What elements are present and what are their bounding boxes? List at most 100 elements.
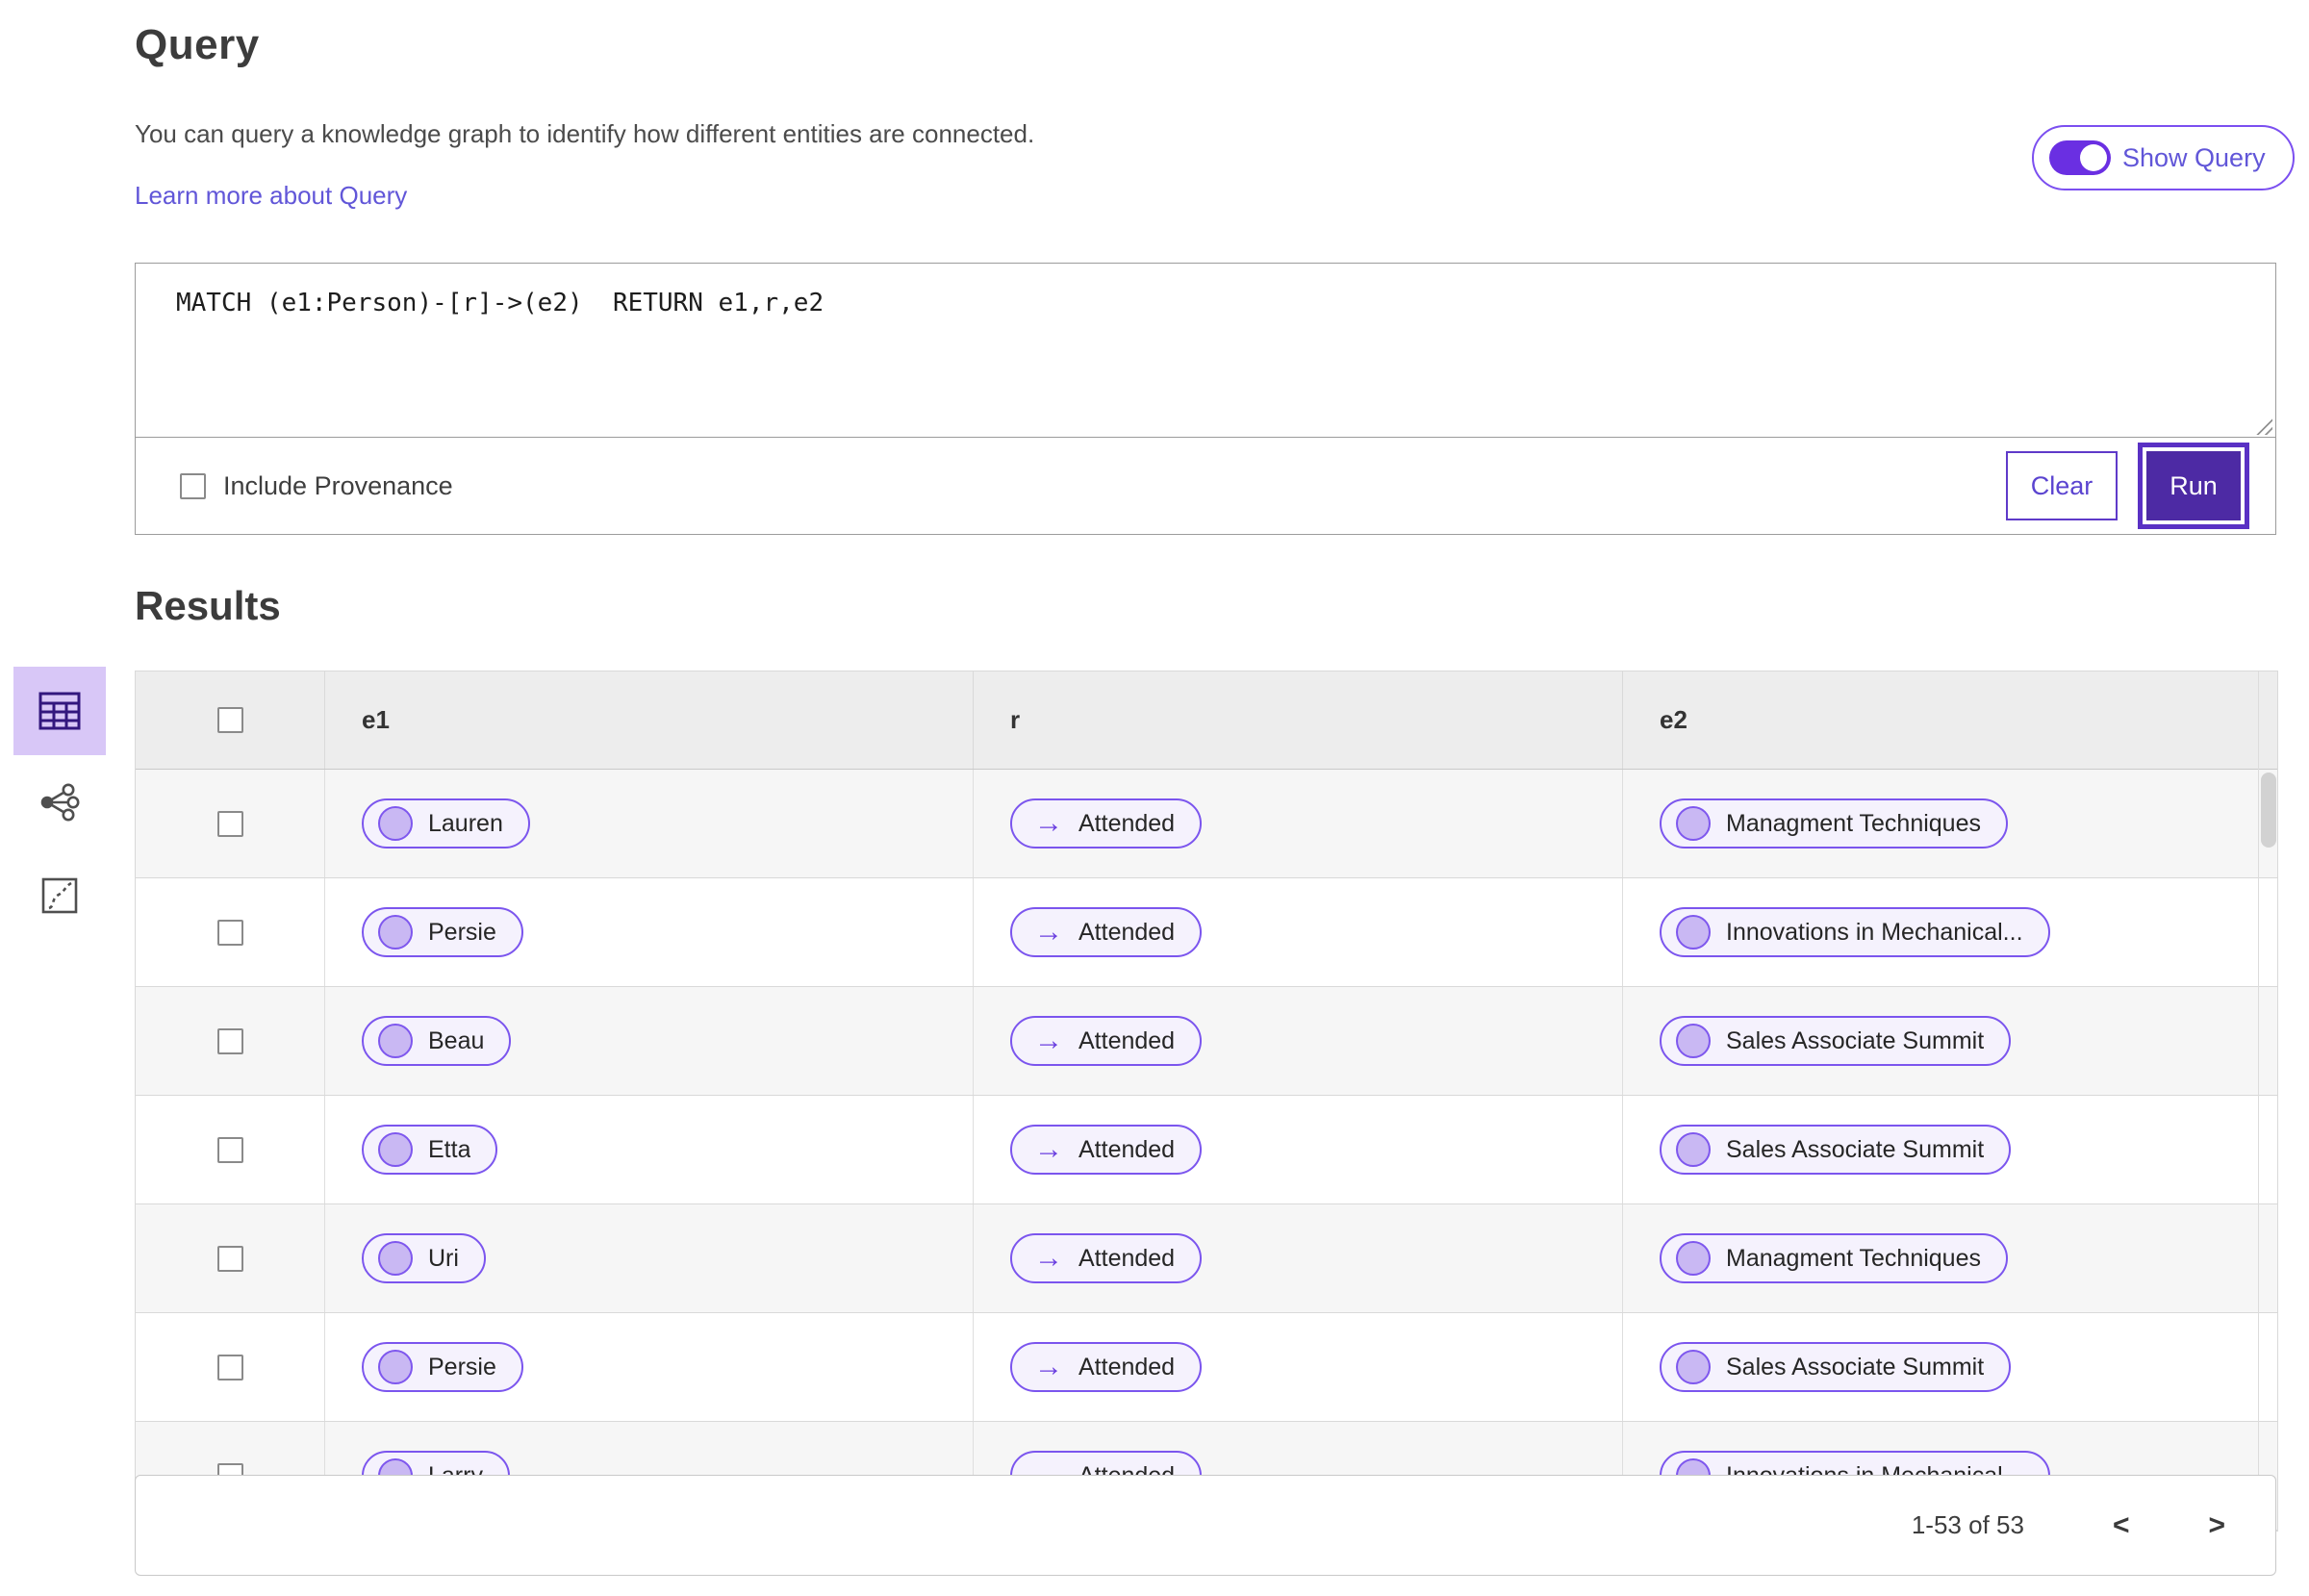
entity-pill[interactable]: Managment Techniques: [1660, 1233, 2008, 1283]
pagination-range: 1-53 of 53: [1911, 1510, 2024, 1539]
query-input[interactable]: MATCH (e1:Person)-[r]->(e2) RETURN e1,r,…: [136, 264, 2275, 438]
entity-circle-icon: [1676, 1132, 1711, 1167]
toggle-on-icon[interactable]: [2049, 140, 2111, 175]
arrow-right-icon: →: [1034, 1133, 1063, 1165]
row-checkbox[interactable]: [216, 1136, 243, 1163]
table-row: Etta → Attended Sales Associate Summit: [136, 1096, 2277, 1204]
entity-pill[interactable]: Sales Associate Summit: [1660, 1342, 2012, 1392]
query-page: Query You can query a knowledge graph to…: [0, 0, 2309, 1596]
table-row: Uri → Attended Managment Techniques: [136, 1204, 2277, 1313]
learn-more-link[interactable]: Learn more about Query: [135, 181, 407, 211]
include-provenance-checkbox[interactable]: [180, 472, 206, 499]
show-query-toggle[interactable]: Show Query: [2032, 125, 2295, 190]
column-header-e1: e1: [362, 705, 390, 734]
column-header-r: r: [1010, 705, 1021, 734]
entity-pill[interactable]: Uri: [362, 1233, 486, 1283]
table-body: Lauren → Attended Managment Techniques P…: [136, 770, 2277, 1531]
e2-entity-label: Sales Associate Summit: [1726, 1026, 1985, 1054]
relation-label: Attended: [1078, 918, 1176, 946]
page-description: You can query a knowledge graph to ident…: [135, 119, 1035, 148]
arrow-right-icon: →: [1034, 1242, 1063, 1274]
entity-label: Persie: [428, 918, 496, 946]
relation-pill[interactable]: → Attended: [1010, 1125, 1203, 1175]
select-all-checkbox[interactable]: [216, 707, 243, 733]
table-row: Lauren → Attended Managment Techniques: [136, 770, 2277, 878]
include-provenance-label: Include Provenance: [223, 470, 453, 500]
entity-label: Uri: [428, 1244, 459, 1272]
relation-pill[interactable]: → Attended: [1010, 1342, 1203, 1392]
arrow-right-icon: →: [1034, 1351, 1063, 1382]
entity-circle-icon: [378, 1350, 413, 1384]
entity-pill[interactable]: Beau: [362, 1016, 512, 1066]
prev-page-button[interactable]: <: [2103, 1504, 2140, 1548]
e2-entity-label: Innovations in Mechanical...: [1726, 918, 2023, 946]
table-row: Beau → Attended Sales Associate Summit: [136, 987, 2277, 1096]
entity-circle-icon: [1676, 1024, 1711, 1058]
entity-pill[interactable]: Persie: [362, 1342, 523, 1392]
network-icon: [40, 783, 80, 822]
table-row: Persie → Attended Sales Associate Summit: [136, 1313, 2277, 1422]
e2-entity-label: Sales Associate Summit: [1726, 1135, 1985, 1163]
entity-circle-icon: [1676, 1350, 1711, 1384]
entity-pill[interactable]: Managment Techniques: [1660, 798, 2008, 849]
clear-button[interactable]: Clear: [2006, 451, 2118, 520]
relation-label: Attended: [1078, 1135, 1176, 1163]
relation-pill[interactable]: → Attended: [1010, 1016, 1203, 1066]
relation-pill[interactable]: → Attended: [1010, 798, 1203, 849]
pagination-bar: 1-53 of 53 < >: [135, 1475, 2276, 1576]
entity-pill[interactable]: Innovations in Mechanical...: [1660, 907, 2050, 957]
entity-circle-icon: [378, 915, 413, 950]
entity-pill[interactable]: Sales Associate Summit: [1660, 1016, 2012, 1066]
chevron-left-icon: <: [2112, 1508, 2130, 1541]
relation-pill[interactable]: → Attended: [1010, 907, 1203, 957]
entity-circle-icon: [378, 806, 413, 841]
e2-entity-label: Managment Techniques: [1726, 1244, 1981, 1272]
row-checkbox[interactable]: [216, 1354, 243, 1381]
entity-label: Etta: [428, 1135, 471, 1163]
entity-circle-icon: [1676, 915, 1711, 950]
arrow-right-icon: →: [1034, 1025, 1063, 1056]
column-header-e2: e2: [1660, 705, 1687, 734]
graph-view-button[interactable]: [13, 759, 106, 848]
results-title: Results: [135, 583, 281, 628]
relation-pill[interactable]: → Attended: [1010, 1233, 1203, 1283]
page-title: Query: [135, 21, 260, 68]
entity-label: Lauren: [428, 809, 503, 837]
entity-pill[interactable]: Lauren: [362, 798, 530, 849]
table-header: e1 r e2: [136, 671, 2277, 770]
entity-pill[interactable]: Sales Associate Summit: [1660, 1125, 2012, 1175]
table-icon: [38, 692, 81, 730]
row-checkbox[interactable]: [216, 1027, 243, 1054]
row-checkbox[interactable]: [216, 919, 243, 946]
e2-entity-label: Sales Associate Summit: [1726, 1353, 1985, 1381]
arrow-right-icon: →: [1034, 807, 1063, 839]
next-page-button[interactable]: >: [2198, 1504, 2235, 1548]
chevron-right-icon: >: [2208, 1508, 2225, 1541]
table-scrollbar: [2258, 671, 2277, 1531]
table-view-button[interactable]: [13, 667, 106, 755]
scrollbar-thumb[interactable]: [2261, 773, 2276, 848]
e2-entity-label: Managment Techniques: [1726, 809, 1981, 837]
entity-circle-icon: [1676, 1241, 1711, 1276]
entity-circle-icon: [378, 1024, 413, 1058]
entity-label: Persie: [428, 1353, 496, 1381]
row-checkbox[interactable]: [216, 1245, 243, 1272]
show-query-label: Show Query: [2122, 142, 2266, 172]
relation-label: Attended: [1078, 1353, 1176, 1381]
run-button[interactable]: Run: [2146, 451, 2241, 520]
toggle-knob: [2080, 144, 2107, 171]
entity-pill[interactable]: Persie: [362, 907, 523, 957]
arrow-right-icon: →: [1034, 916, 1063, 948]
view-switcher: [13, 667, 106, 940]
row-checkbox[interactable]: [216, 810, 243, 837]
relation-label: Attended: [1078, 809, 1176, 837]
query-panel: MATCH (e1:Person)-[r]->(e2) RETURN e1,r,…: [135, 263, 2276, 535]
entity-label: Beau: [428, 1026, 485, 1054]
path-view-button[interactable]: [13, 851, 106, 940]
entity-pill[interactable]: Etta: [362, 1125, 498, 1175]
relation-label: Attended: [1078, 1244, 1176, 1272]
entity-circle-icon: [1676, 806, 1711, 841]
entity-circle-icon: [378, 1241, 413, 1276]
table-row: Persie → Attended Innovations in Mechani…: [136, 878, 2277, 987]
relation-label: Attended: [1078, 1026, 1176, 1054]
